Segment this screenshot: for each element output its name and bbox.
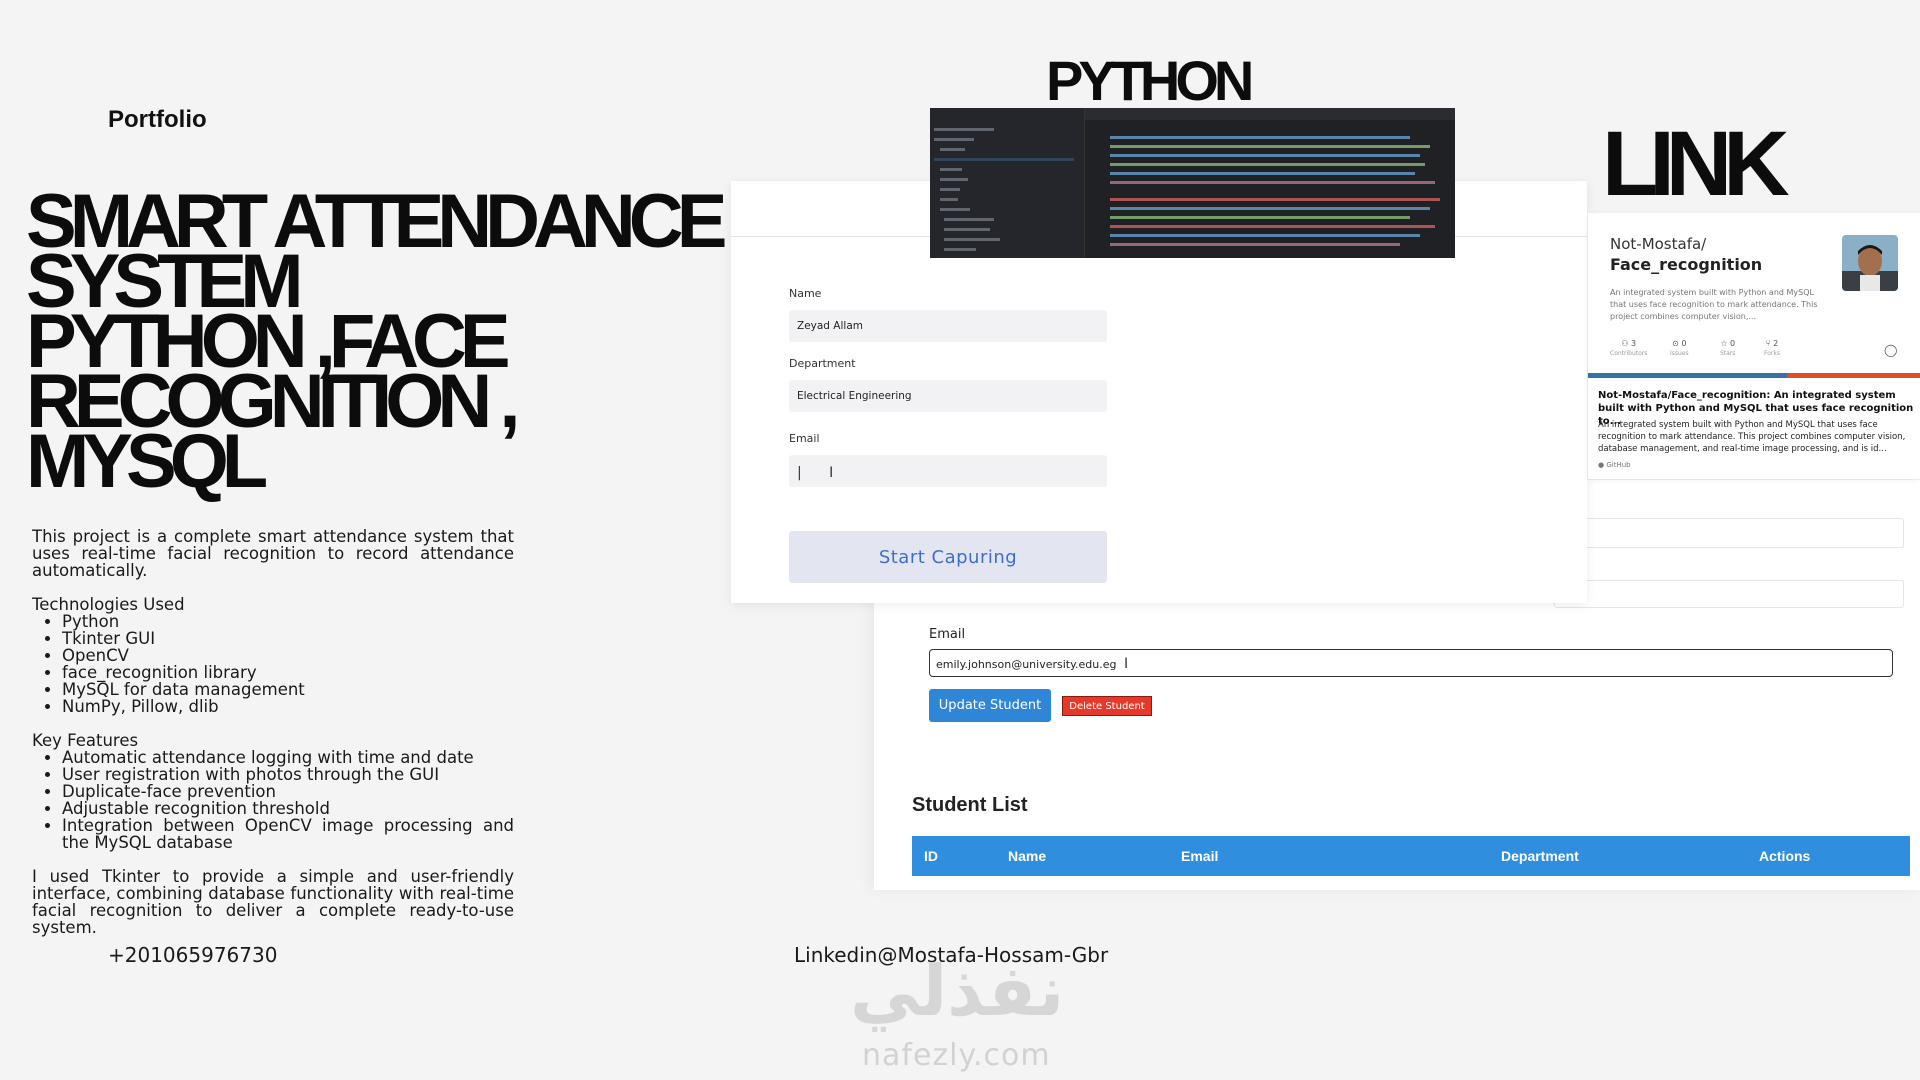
forks-stat: ⑂ 2 Forks (1764, 339, 1780, 357)
student-table-header: ID Name Email Department Actions (912, 836, 1910, 876)
link-heading: LINK (1602, 113, 1790, 215)
student-list-title: Student List (912, 794, 1028, 816)
page-title: SMART ATTENDANCE SYSTEM PYTHON ,FACE REC… (26, 184, 727, 500)
update-email-input[interactable]: emily.johnson@university.edu.eg I (929, 649, 1893, 677)
repo-description: An integrated system built with Python a… (1610, 288, 1818, 321)
start-capturing-button[interactable]: Start Capuring (789, 531, 1107, 583)
issues-stat: ⊙ 0 Issues (1670, 339, 1689, 357)
python-heading: PYTHON (1046, 49, 1254, 112)
name-input[interactable]: Zeyad Allam (789, 310, 1107, 342)
star-icon: ☆ (1720, 339, 1728, 348)
department-label: Department (789, 357, 856, 370)
list-item: Duplicate-face prevention (62, 783, 514, 800)
watermark-logo: نفذلي (850, 950, 1065, 1032)
people-icon: ⚇ (1621, 339, 1629, 348)
list-item: Tkinter GUI (62, 630, 514, 647)
link-preview-source: ● GitHub (1598, 461, 1631, 469)
phone-number: +201065976730 (108, 943, 278, 967)
ghost-input-1 (1554, 518, 1904, 548)
update-student-button[interactable]: Update Student (929, 689, 1051, 722)
column-id: ID (924, 848, 938, 864)
features-heading: Key Features (32, 731, 139, 750)
list-item: User registration with photos through th… (62, 766, 514, 783)
list-item: NumPy, Pillow, dlib (62, 698, 514, 715)
delete-student-button[interactable]: Delete Student (1062, 696, 1152, 716)
link-preview-body: An integrated system built with Python a… (1598, 420, 1906, 454)
github-link-card[interactable]: Not-Mostafa/ Face_recognition An integra… (1588, 213, 1920, 479)
watermark-text: nafezly.com (862, 1038, 1051, 1073)
technologies-heading: Technologies Used (32, 595, 185, 614)
code-editor-screenshot (930, 108, 1455, 258)
github-icon: ● (1598, 461, 1605, 469)
technologies-list: Python Tkinter GUI OpenCV face_recogniti… (62, 613, 514, 715)
ghost-input-2 (1554, 580, 1904, 608)
text-cursor-icon: I (1124, 656, 1129, 672)
fork-icon: ⑂ (1765, 339, 1771, 348)
name-label: Name (789, 287, 822, 300)
list-item: MySQL for data management (62, 681, 514, 698)
ibeam-cursor-icon: I (829, 465, 834, 481)
issue-icon: ⊙ (1672, 339, 1679, 348)
column-name: Name (1008, 848, 1047, 864)
avatar (1842, 235, 1898, 291)
language-bar (1588, 373, 1920, 378)
list-item: Adjustable recognition threshold (62, 800, 514, 817)
list-item: Python (62, 613, 514, 630)
update-email-label: Email (929, 627, 966, 642)
column-actions: Actions (1759, 848, 1811, 864)
repo-owner: Not-Mostafa/ (1610, 235, 1707, 253)
email-label: Email (789, 432, 820, 445)
list-item: OpenCV (62, 647, 514, 664)
list-item: Integration between OpenCV image process… (62, 817, 514, 851)
portfolio-label: Portfolio (108, 106, 207, 133)
file-explorer (930, 108, 1085, 258)
email-input[interactable]: | I (789, 455, 1107, 487)
list-item: face_recognition library (62, 664, 514, 681)
project-description: This project is a complete smart attenda… (32, 528, 514, 936)
features-list: Automatic attendance logging with time a… (62, 749, 514, 851)
contributors-stat: ⚇ 3 Contributors (1610, 339, 1648, 357)
department-input[interactable]: Electrical Engineering (789, 380, 1107, 412)
list-item: Automatic attendance logging with time a… (62, 749, 514, 766)
stars-stat: ☆ 0 Stars (1720, 339, 1736, 357)
column-email: Email (1181, 848, 1219, 864)
repo-name: Face_recognition (1610, 255, 1763, 274)
closing-paragraph: I used Tkinter to provide a simple and u… (32, 867, 514, 937)
intro-paragraph: This project is a complete smart attenda… (32, 527, 514, 580)
github-mark-icon: ◯ (1884, 343, 1898, 357)
update-email-value: emily.johnson@university.edu.eg (936, 658, 1117, 671)
text-cursor-icon: | (797, 465, 802, 481)
column-department: Department (1501, 848, 1579, 864)
